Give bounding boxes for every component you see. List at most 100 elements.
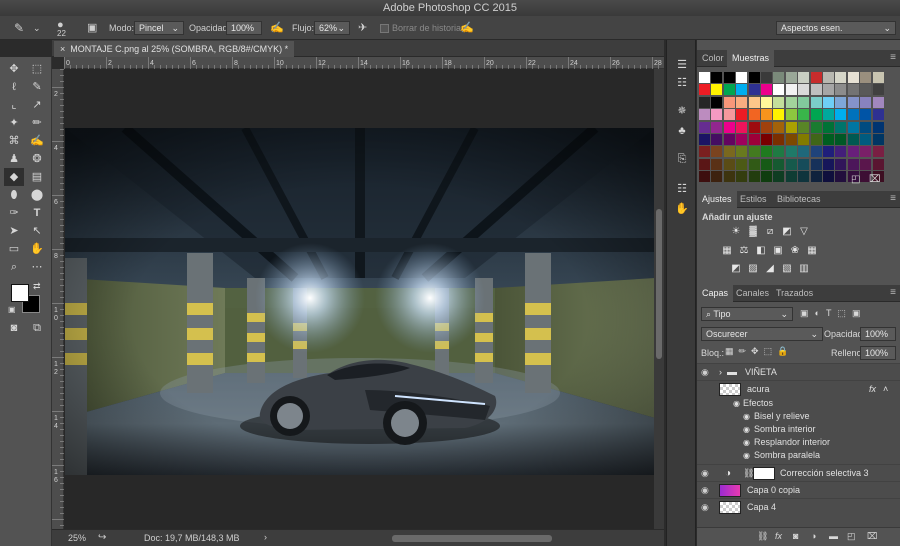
new-swatch-icon[interactable]: ◰ [851,174,860,185]
color-swatch[interactable] [872,96,884,108]
color-swatch[interactable] [872,109,884,121]
zoom-level[interactable]: 25% [68,533,86,543]
color-swatch[interactable] [761,134,772,145]
color-swatch[interactable] [736,146,748,158]
color-swatch[interactable] [711,121,723,133]
color-swatch[interactable] [711,134,723,145]
color-swatch[interactable] [785,84,797,96]
color-swatch[interactable] [711,84,723,96]
color-swatch[interactable] [810,72,822,83]
color-swatch[interactable] [798,146,810,158]
color-swatch[interactable] [823,134,834,145]
eye-icon[interactable]: ◉ [743,410,750,423]
color-swatch[interactable] [748,96,760,108]
color-swatch[interactable] [835,146,847,158]
erase-history-checkbox[interactable] [380,24,389,33]
color-swatch[interactable] [773,84,785,96]
foreground-color-swatch[interactable] [11,284,29,302]
color-swatch[interactable] [748,146,760,158]
color-swatch[interactable] [711,171,723,183]
folder-icon[interactable]: ▬ [829,531,838,541]
brush-panel-icon-strip[interactable]: ✵ [672,102,692,120]
tab-styles[interactable]: Estilos [735,191,772,208]
color-swatch[interactable] [860,146,872,158]
color-swatch[interactable] [736,84,748,96]
blur-tool-icon[interactable]: ⬮ [4,186,24,204]
eye-icon[interactable]: ◉ [743,436,750,449]
marquee-tool-icon[interactable]: ⬚ [27,60,47,78]
mode-select[interactable]: Pincel ⌄ [134,21,184,35]
color-swatch[interactable] [860,72,872,83]
color-swatch[interactable] [723,134,735,145]
link-layers-icon[interactable]: ⛓ [757,531,768,542]
layer-row-acura[interactable]: acura fx ˄ [697,380,900,397]
scroll-thumb[interactable] [656,209,662,359]
eraser-icon[interactable]: ✎ [14,16,24,40]
tab-channels[interactable]: Canales [731,285,774,302]
clone-source-icon[interactable]: ⎘ [672,150,692,168]
layer-opacity-field[interactable]: 100% [860,327,896,341]
color-swatch[interactable] [748,84,760,96]
color-swatch[interactable] [711,96,723,108]
tab-swatches[interactable]: Muestras [727,50,775,67]
blend-mode-select[interactable]: Oscurecer ⌄ [701,327,823,341]
brush-tool-icon[interactable]: ✏ [27,114,47,132]
screen-mode-icon[interactable]: ⧉ [27,319,47,337]
threshold-icon[interactable]: ◢ [764,263,776,275]
add-mask-icon[interactable]: ◙ [793,531,798,541]
color-swatch[interactable] [761,96,772,108]
color-swatch[interactable] [798,121,810,133]
effect-inner-shadow[interactable]: ◉ Sombra interior [697,423,900,436]
color-swatch[interactable] [699,134,710,145]
color-swatch[interactable] [785,72,797,83]
eye-icon[interactable]: ◉ [733,397,740,410]
fill-field[interactable]: 100% [860,346,896,360]
color-swatch[interactable] [699,146,710,158]
eyedropper-tool-icon[interactable]: ↗ [27,96,47,114]
color-swatch[interactable] [723,109,735,121]
color-swatch[interactable] [798,158,810,170]
close-icon[interactable]: × [60,44,65,54]
color-swatch[interactable] [748,109,760,121]
color-swatch[interactable] [798,109,810,121]
crop-tool-icon[interactable]: ⌞ [4,96,24,114]
color-swatch[interactable] [798,72,810,83]
color-swatch[interactable] [723,72,735,83]
color-swatch[interactable] [723,121,735,133]
layer-row-capa0-copia[interactable]: ◉ Capa 0 copia [697,481,900,498]
color-swatch[interactable] [761,72,772,83]
color-swatch[interactable] [773,121,785,133]
effect-inner-glow[interactable]: ◉ Resplandor interior [697,436,900,449]
color-swatch[interactable] [785,109,797,121]
layer-filter-select[interactable]: ⌕ Tipo ⌄ [701,307,793,321]
rectangle-tool-icon[interactable]: ▭ [4,240,24,258]
color-swatch[interactable] [773,134,785,145]
default-colors-icon[interactable]: ▣ [8,305,16,314]
color-swatch[interactable] [773,109,785,121]
posterize-icon[interactable]: ▨ [747,263,759,275]
color-swatch[interactable] [835,171,847,183]
color-swatch[interactable] [773,72,785,83]
color-swatch[interactable] [823,109,834,121]
color-swatch[interactable] [699,171,710,183]
swatches-grid[interactable] [699,72,889,187]
expand-chevron-icon[interactable]: › [719,364,722,381]
stamp-tool-icon[interactable]: ♟ [4,150,24,168]
color-swatch[interactable] [761,109,772,121]
color-swatch[interactable] [699,84,710,96]
quick-select-tool-icon[interactable]: ✎ [27,78,47,96]
document-image[interactable] [65,128,655,475]
character-panel-icon[interactable]: ☷ [672,180,692,198]
pressure-size-icon[interactable]: ✍ [460,16,474,40]
color-swatch[interactable] [810,134,822,145]
color-swatch[interactable] [785,96,797,108]
color-swatch[interactable] [711,72,723,83]
color-swatch[interactable] [699,109,710,121]
color-swatch[interactable] [785,121,797,133]
document-tab[interactable]: × MONTAJE C.png al 25% (SOMBRA, RGB/8#/CM… [54,41,295,57]
color-balance-icon[interactable]: ⚖ [738,245,750,257]
color-swatch[interactable] [823,146,834,158]
color-swatch[interactable] [835,96,847,108]
eye-icon[interactable]: ◉ [701,482,709,499]
color-swatch[interactable] [835,84,847,96]
